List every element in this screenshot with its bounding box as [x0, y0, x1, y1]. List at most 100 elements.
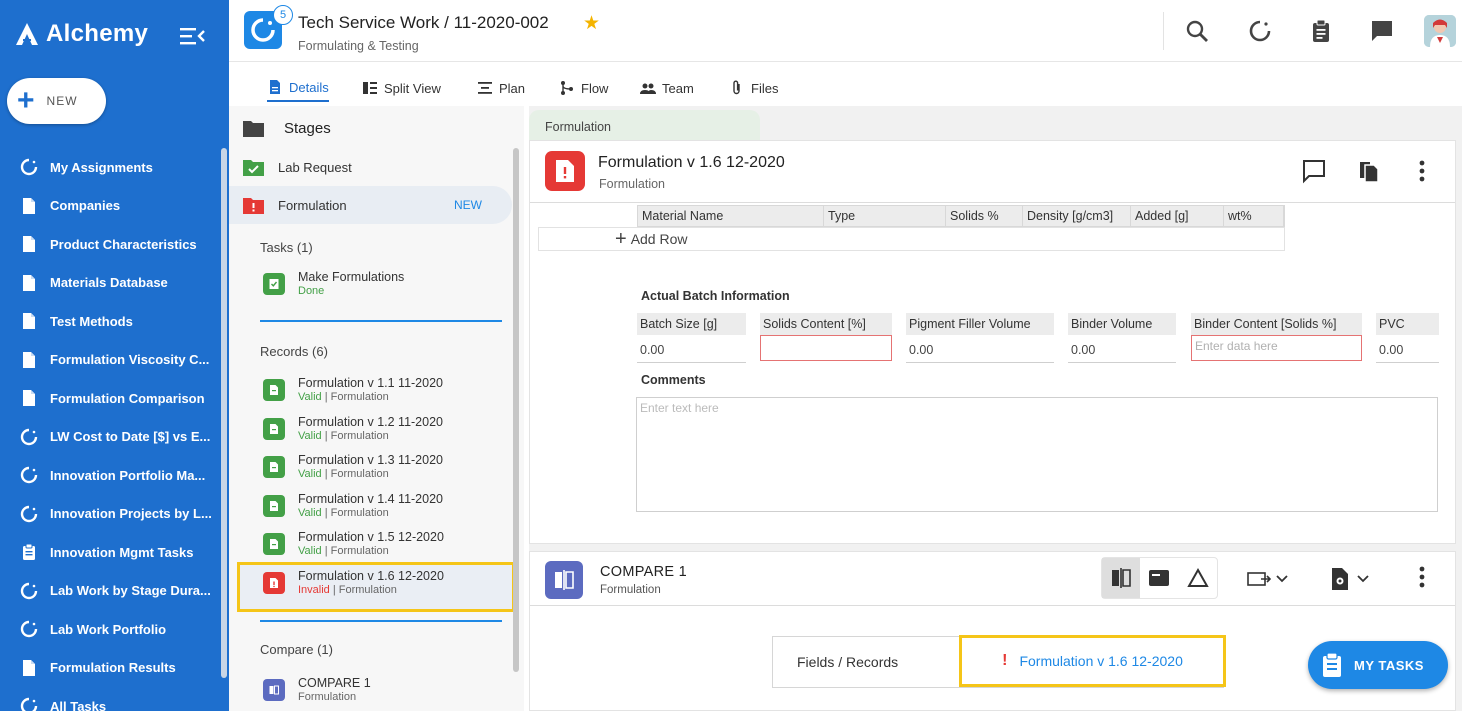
loading-ring-icon[interactable]: [1247, 18, 1273, 44]
record-title: Formulation v 1.1 11-2020: [298, 376, 443, 390]
tab-label: Details: [289, 79, 329, 95]
nav-item-innovation-projects[interactable]: Innovation Projects by L...: [0, 495, 220, 534]
field-label: Pigment Filler Volume: [906, 313, 1054, 335]
card-view-button[interactable]: [1140, 558, 1178, 598]
stage-label: Formulation: [278, 197, 347, 213]
new-button[interactable]: + NEW: [7, 78, 106, 124]
compare-item[interactable]: COMPARE 1 Formulation: [263, 676, 371, 704]
column-header: Added [g]: [1131, 206, 1224, 226]
folder-icon: [243, 121, 264, 137]
task-item[interactable]: Make Formulations Done: [263, 270, 404, 298]
stage-lab-request[interactable]: Lab Request: [229, 148, 512, 186]
record-title: Formulation v 1.6 12-2020: [298, 569, 444, 583]
compare-view-icon: [1112, 568, 1131, 588]
compare-view-button[interactable]: [1102, 558, 1141, 598]
nav-item-innovation-mgmt-tasks[interactable]: Innovation Mgmt Tasks: [0, 533, 220, 572]
document-icon: [23, 390, 35, 407]
favorite-star-icon[interactable]: ★: [583, 12, 600, 35]
comment-icon[interactable]: [1301, 158, 1327, 184]
record-status: Valid: [298, 545, 322, 557]
compare-card-header: COMPARE 1 Formulation: [530, 552, 1455, 606]
record-subtitle: Formulation: [599, 177, 665, 191]
search-icon[interactable]: [1184, 18, 1210, 44]
nav-scrollbar[interactable]: [221, 148, 227, 678]
compare-icon: [263, 679, 285, 701]
tab-team[interactable]: Team: [640, 74, 694, 102]
fit-width-dropdown[interactable]: [1247, 568, 1289, 590]
fields-records-tab[interactable]: Fields / Records: [797, 654, 898, 670]
add-row-button[interactable]: + Add Row: [538, 227, 1285, 251]
record-status: Valid: [298, 391, 322, 403]
nav-item-lab-work-by-stage[interactable]: Lab Work by Stage Dura...: [0, 572, 220, 611]
avatar[interactable]: [1424, 15, 1456, 47]
nav-item-test-methods[interactable]: Test Methods: [0, 302, 220, 341]
more-vert-icon[interactable]: [1409, 158, 1435, 184]
compare-record-tab[interactable]: ! Formulation v 1.6 12-2020: [959, 635, 1226, 687]
chat-icon[interactable]: [1369, 18, 1395, 44]
nav-item-all-tasks[interactable]: All Tasks: [0, 687, 220, 711]
nav-item-formulation-comparison[interactable]: Formulation Comparison: [0, 379, 220, 418]
record-type: | Formulation: [332, 584, 397, 596]
record-document-icon: [263, 418, 285, 440]
record-type: | Formulation: [324, 430, 389, 442]
loading-ring-icon: [20, 159, 38, 176]
nav-item-my-assignments[interactable]: My Assignments: [0, 148, 220, 187]
record-item[interactable]: Formulation v 1.4 11-2020 Valid | Formula…: [263, 492, 443, 520]
tab-split-view[interactable]: Split View: [362, 74, 441, 102]
nav-item-materials-database[interactable]: Materials Database: [0, 264, 220, 303]
user-avatar-icon: [1424, 15, 1456, 47]
record-item[interactable]: Formulation v 1.1 11-2020 Valid | Formula…: [263, 376, 443, 404]
nav-item-formulation-results[interactable]: Formulation Results: [0, 649, 220, 688]
record-item[interactable]: Formulation v 1.2 11-2020 Valid | Formula…: [263, 415, 443, 443]
header-divider: [1163, 12, 1164, 50]
nav-item-label: My Assignments: [50, 159, 153, 175]
document-icon: [23, 659, 35, 676]
binder-volume-input[interactable]: 0.00: [1068, 337, 1176, 363]
formulation-card-header: Formulation v 1.6 12-2020 Formulation: [530, 141, 1455, 203]
collapse-menu-icon[interactable]: [180, 26, 206, 46]
nav-item-product-characteristics[interactable]: Product Characteristics: [0, 225, 220, 264]
tab-details[interactable]: Details: [267, 74, 329, 102]
record-document-icon: [263, 533, 285, 555]
record-item[interactable]: Formulation v 1.5 12-2020 Valid | Formula…: [263, 530, 444, 558]
delta-icon: [1187, 567, 1209, 587]
nav-item-companies[interactable]: Companies: [0, 187, 220, 226]
chevron-down-icon: [1276, 575, 1288, 583]
batch-size-input[interactable]: 0.00: [637, 337, 746, 363]
tab-label: Plan: [499, 80, 526, 96]
column-header: Density [g/cm3]: [1023, 206, 1131, 226]
my-tasks-button[interactable]: MY TASKS: [1308, 641, 1448, 689]
loading-ring-icon: [20, 505, 38, 522]
pigment-filler-volume-input[interactable]: 0.00: [906, 337, 1054, 363]
record-item[interactable]: Formulation v 1.3 11-2020 Valid | Formula…: [263, 453, 443, 481]
binder-content-input[interactable]: Enter data here: [1191, 335, 1362, 361]
solids-content-input[interactable]: [760, 335, 892, 361]
compare-section-label: Compare (1): [260, 642, 333, 657]
tab-flow[interactable]: Flow: [559, 74, 608, 102]
tab-files[interactable]: Files: [729, 74, 778, 102]
nav-item-formulation-viscosity[interactable]: Formulation Viscosity C...: [0, 341, 220, 380]
comments-textarea[interactable]: Enter text here: [636, 397, 1438, 512]
stages-scrollbar[interactable]: [513, 148, 519, 672]
document-settings-dropdown[interactable]: [1330, 567, 1370, 591]
more-vert-icon[interactable]: [1409, 564, 1435, 590]
document-icon: [23, 197, 35, 214]
record-type: | Formulation: [324, 507, 389, 519]
copy-document-icon[interactable]: [1356, 158, 1382, 184]
nav-item-innovation-portfolio[interactable]: Innovation Portfolio Ma...: [0, 456, 220, 495]
tab-plan[interactable]: Plan: [477, 74, 525, 102]
loading-ring-icon: [20, 698, 38, 711]
clipboard-icon[interactable]: [1308, 18, 1334, 44]
brand[interactable]: Alchemy: [14, 20, 148, 48]
breadcrumb[interactable]: Formulation: [529, 110, 760, 140]
pvc-input[interactable]: 0.00: [1376, 337, 1439, 363]
delta-view-button[interactable]: [1179, 558, 1217, 598]
document-icon: [23, 313, 35, 330]
nav-item-lw-cost[interactable]: LW Cost to Date [$] vs E...: [0, 418, 220, 457]
nav-item-lab-work-portfolio[interactable]: Lab Work Portfolio: [0, 610, 220, 649]
tab-label: Files: [751, 80, 779, 96]
stage-formulation[interactable]: Formulation NEW: [229, 186, 512, 224]
nav-item-label: Lab Work by Stage Dura...: [50, 583, 211, 599]
record-item-selected[interactable]: Formulation v 1.6 12-2020 Invalid | Formu…: [263, 569, 444, 597]
record-title: Formulation v 1.4 11-2020: [298, 492, 443, 506]
